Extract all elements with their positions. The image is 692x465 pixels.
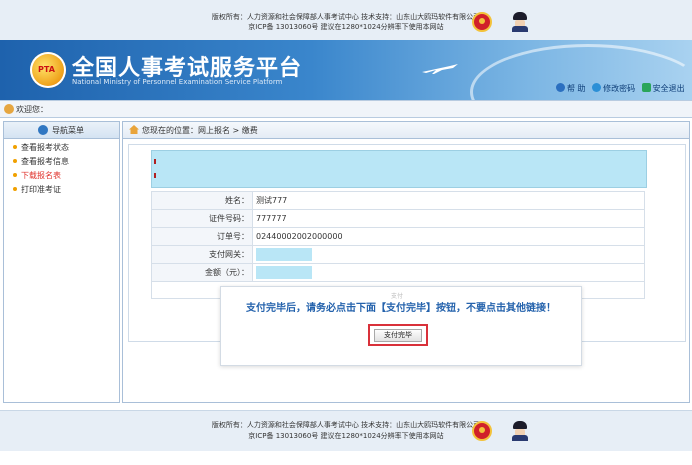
table-row: 支付网关：	[151, 245, 645, 264]
bottom-copyright-text: 版权所有：人力资源和社会保障部人事考试中心 技术支持：山东山大鸥玛软件有限公司	[211, 421, 481, 429]
sidebar: 导航菜单 查看报考状态 查看报考信息 下载报名表 打印准考证	[3, 121, 120, 403]
payment-gateway-label: 支付网关：	[151, 245, 253, 264]
national-emblem-icon	[472, 421, 492, 441]
site-subtitle: National Ministry of Personnel Examinati…	[72, 78, 283, 86]
sidebar-item-label: 下载报名表	[21, 171, 61, 180]
home-icon	[129, 125, 139, 134]
table-row: 证件号码： 777777	[151, 209, 645, 228]
payment-complete-button[interactable]: 支付完毕	[374, 329, 422, 342]
sidebar-title: 导航菜单	[52, 126, 84, 135]
logout-link[interactable]: 安全退出	[641, 83, 685, 93]
logo-text: PTA	[38, 65, 55, 74]
bullet-icon	[13, 173, 17, 177]
name-label: 姓名：	[151, 191, 253, 210]
amount-value	[252, 263, 645, 282]
payment-confirm-dialog: 支付 支付完毕后，请务必点击下面【支付完毕】按钮，不要点击其他链接！ 支付完毕	[220, 286, 582, 366]
sidebar-item-label: 打印准考证	[21, 185, 61, 194]
sidebar-item-print-ticket[interactable]: 打印准考证	[4, 183, 119, 196]
help-link[interactable]: 帮 助	[556, 83, 586, 93]
redacted-value	[256, 248, 312, 261]
payment-instruction-text: 支付完毕后，请务必点击下面【支付完毕】按钮，不要点击其他链接！	[246, 303, 556, 314]
bottom-footer: 版权所有：人力资源和社会保障部人事考试中心 技术支持：山东山大鸥玛软件有限公司 …	[0, 410, 692, 451]
lock-icon	[556, 83, 565, 92]
payment-gateway-value	[252, 245, 645, 264]
pta-logo-icon: PTA	[30, 52, 66, 88]
table-row: 金额（元）：	[151, 263, 645, 282]
breadcrumb-text: 您现在的位置：网上报名 > 缴费	[142, 126, 258, 135]
highlight-frame: 支付完毕	[368, 324, 428, 346]
user-icon	[4, 104, 14, 114]
change-password-link[interactable]: 修改密码	[592, 83, 635, 93]
bullet-icon	[13, 159, 17, 163]
sidebar-header: 导航菜单	[4, 122, 119, 139]
police-badge-icon	[511, 12, 529, 32]
sidebar-item-label: 查看报考信息	[21, 157, 69, 166]
welcome-bar: 欢迎您：	[0, 100, 692, 118]
table-row: 姓名： 测试777	[151, 191, 645, 210]
top-footer: 版权所有：人力资源和社会保障部人事考试中心 技术支持：山东山大鸥玛软件有限公司 …	[0, 0, 692, 41]
table-row: 订单号： 02440002002000000	[151, 227, 645, 246]
name-value: 测试777	[252, 191, 645, 210]
bullet-icon	[13, 145, 17, 149]
bullet-icon	[13, 187, 17, 191]
sidebar-item-label: 查看报考状态	[21, 143, 69, 152]
menu-icon	[38, 125, 48, 135]
sidebar-item-download-form[interactable]: 下载报名表	[4, 169, 119, 182]
key-icon	[592, 83, 602, 92]
amount-label: 金额（元）：	[151, 263, 253, 282]
id-number-value: 777777	[252, 209, 645, 228]
order-number-value: 02440002002000000	[252, 227, 645, 246]
exit-icon	[641, 83, 651, 92]
order-info-table: 姓名： 测试777 证件号码： 777777 订单号： 024400020020…	[151, 191, 645, 299]
welcome-text: 欢迎您：	[16, 105, 48, 114]
national-emblem-icon	[472, 12, 492, 32]
notice-box-redacted	[151, 150, 647, 188]
redacted-value	[256, 266, 312, 279]
sidebar-item-check-info[interactable]: 查看报考信息	[4, 155, 119, 168]
top-copyright-text: 版权所有：人力资源和社会保障部人事考试中心 技术支持：山东山大鸥玛软件有限公司	[211, 13, 481, 21]
breadcrumb: 您现在的位置：网上报名 > 缴费	[123, 122, 689, 139]
police-badge-icon	[511, 421, 529, 441]
header-links: 帮 助 修改密码 安全退出	[552, 83, 685, 94]
top-icp-text: 京ICP备 13013060号 建议在1280*1024分辨率下使用本网站	[248, 23, 444, 31]
bottom-icp-text: 京ICP备 13013060号 建议在1280*1024分辨率下使用本网站	[248, 432, 444, 440]
airplane-icon	[422, 64, 458, 74]
order-number-label: 订单号：	[151, 227, 253, 246]
id-number-label: 证件号码：	[151, 209, 253, 228]
sidebar-item-check-status[interactable]: 查看报考状态	[4, 141, 119, 154]
